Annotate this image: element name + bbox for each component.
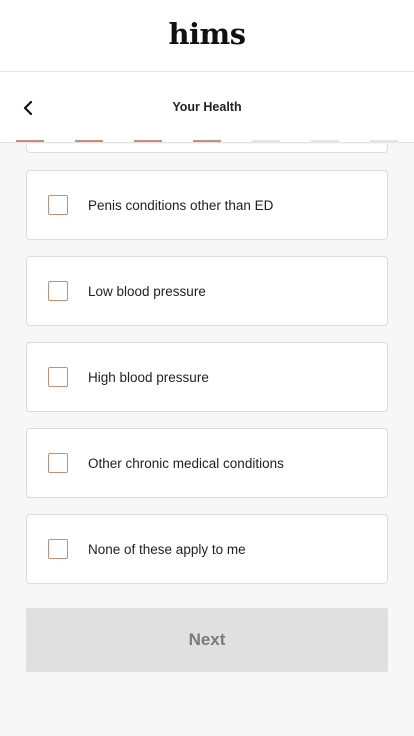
- option-label: High blood pressure: [88, 369, 209, 385]
- option-label: Low blood pressure: [88, 283, 206, 299]
- checkbox[interactable]: [48, 195, 68, 215]
- progress-step-6: [311, 140, 339, 142]
- option-label: Other chronic medical conditions: [88, 455, 284, 471]
- progress-step-3: [134, 140, 162, 142]
- progress-step-4: [193, 140, 221, 142]
- checkbox[interactable]: [48, 539, 68, 559]
- next-button[interactable]: Next: [26, 608, 388, 672]
- option-label: None of these apply to me: [88, 541, 246, 557]
- option-low-blood-pressure[interactable]: Low blood pressure: [26, 256, 388, 326]
- progress-step-7: [370, 140, 398, 142]
- options-list: Penis conditions other than ED Low blood…: [0, 144, 414, 736]
- progress-step-2: [75, 140, 103, 142]
- hims-logo: hims: [168, 16, 246, 51]
- progress-indicator: [0, 140, 414, 143]
- option-none-apply[interactable]: None of these apply to me: [26, 514, 388, 584]
- checkbox[interactable]: [48, 281, 68, 301]
- checkbox[interactable]: [48, 453, 68, 473]
- progress-step-5: [252, 140, 280, 142]
- page-title: Your Health: [172, 100, 242, 114]
- brand-header: hims: [0, 0, 414, 72]
- option-high-blood-pressure[interactable]: High blood pressure: [26, 342, 388, 412]
- progress-step-1: [16, 140, 44, 142]
- previous-option-card[interactable]: [26, 144, 388, 153]
- option-penis-conditions[interactable]: Penis conditions other than ED: [26, 170, 388, 240]
- option-label: Penis conditions other than ED: [88, 197, 274, 213]
- checkbox[interactable]: [48, 367, 68, 387]
- title-bar: Your Health: [0, 72, 414, 143]
- option-other-chronic-conditions[interactable]: Other chronic medical conditions: [26, 428, 388, 498]
